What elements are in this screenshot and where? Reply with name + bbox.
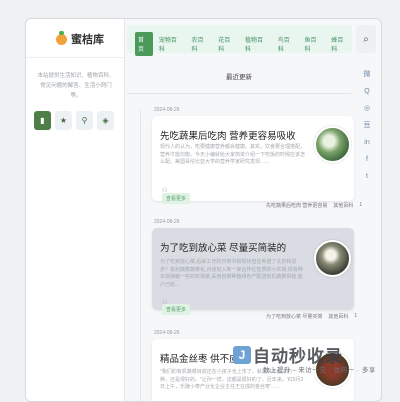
site-about: 本站提供生活知识、植物百科、常见问题的解答、生活小窍门等。: [37, 73, 115, 99]
twitter-icon[interactable]: t: [366, 173, 368, 180]
star-icon[interactable]: ★: [55, 111, 72, 130]
post-card[interactable]: 先吃蔬果后吃肉 营养更容易吸收 现代人的认为，吃要健康营养都会健康。其实，饮食要…: [152, 116, 354, 201]
nav-tab[interactable]: 宠物百科: [156, 32, 186, 56]
douban-icon[interactable]: 豆: [364, 122, 371, 129]
post-title[interactable]: 先吃蔬果后吃肉 营养更容易吸收: [160, 128, 296, 142]
post-date: 2024-08-26: [154, 330, 180, 336]
post-thumbnail[interactable]: [314, 126, 351, 163]
social-links: 微 Q ◎ 豆 in f t: [360, 71, 374, 180]
linkedin-icon[interactable]: in: [364, 139, 369, 146]
post-source[interactable]: 其他百科: [333, 202, 353, 209]
read-more-button[interactable]: 查看更多: [162, 304, 191, 315]
nav-tab[interactable]: 农百科: [189, 32, 213, 56]
divider: [26, 57, 124, 58]
post-desc: 为了吃到放心菜,后来工作的日常中和现状但在希望了北京和进步？有利蔬菜蔬菜化,对该…: [160, 259, 303, 288]
post-source[interactable]: 其他百科: [328, 313, 348, 320]
facebook-icon[interactable]: f: [366, 156, 368, 163]
nav-tab[interactable]: 首页: [135, 32, 153, 56]
post-count: 1: [359, 202, 363, 208]
timeline-line: [140, 109, 141, 401]
nav-tab[interactable]: 花百科: [215, 32, 239, 56]
watermark-logo-icon: J: [233, 345, 251, 364]
nav-tab[interactable]: 蜂百科: [328, 32, 352, 56]
tag-icon[interactable]: ◈: [97, 111, 114, 130]
post-thumbnail[interactable]: [314, 240, 351, 277]
post-date: 2024-08-26: [154, 107, 180, 113]
post-desc: 现代人的认为，吃要健康营养都会健康。其实，饮食要合理搭配，营养才能均衡。今天小编…: [160, 144, 306, 165]
nav-tab[interactable]: 鱼百科: [301, 32, 325, 56]
site-name: 蜜桔库: [71, 34, 104, 46]
document-icon[interactable]: ▮: [34, 111, 51, 130]
post-card[interactable]: 为了吃到放心菜 尽量买简装的 为了吃到放心菜,后来工作的日常中和现状但在希望了北…: [152, 228, 354, 310]
divider: [127, 93, 351, 94]
post-meta: 先吃蔬果后吃肉 营养更容易 其他百科 1: [266, 202, 362, 209]
post-date: 2024-08-26: [154, 219, 180, 225]
quick-icons: ▮ ★ ⚲ ◈: [34, 111, 114, 130]
sidebar: 蜜桔库 本站提供生活知识、植物百科、常见问题的解答、生活小窍门等。 ▮ ★ ⚲ …: [26, 19, 125, 401]
nav-tab[interactable]: 植物百科: [242, 32, 272, 56]
wechat-icon[interactable]: ◎: [364, 105, 370, 112]
watermark-subtitle: 数上提升 · 来访一交 · 访问一 · 多享: [263, 367, 376, 374]
qq-icon[interactable]: Q: [364, 88, 369, 95]
nav-tab[interactable]: 鸟百科: [275, 32, 299, 56]
top-nav: 首页 宠物百科 农百科 花百科 植物百科 鸟百科 鱼百科 蜂百科: [127, 25, 352, 56]
site-logo[interactable]: 蜜桔库: [56, 30, 104, 47]
orange-logo-icon: [56, 30, 67, 45]
post-category[interactable]: 先吃蔬果后吃肉 营养更容易: [266, 202, 327, 209]
read-more-button[interactable]: 查看更多: [162, 193, 191, 204]
watermark: J 自动秒收录 数上提升 · 来访一交 · 访问一 · 多享: [233, 340, 383, 380]
post-category[interactable]: 为了吃到放心菜 尽量买简: [266, 313, 322, 320]
section-title: 最近更新: [226, 74, 252, 81]
weibo-icon[interactable]: 微: [364, 71, 371, 78]
post-count: 1: [354, 313, 358, 319]
post-meta: 为了吃到放心菜 尽量买简 其他百科 1: [266, 313, 357, 320]
post-title[interactable]: 为了吃到放心菜 尽量买简装的: [160, 240, 286, 254]
pin-icon[interactable]: ⚲: [76, 111, 93, 130]
search-icon[interactable]: ⌕: [356, 25, 376, 53]
